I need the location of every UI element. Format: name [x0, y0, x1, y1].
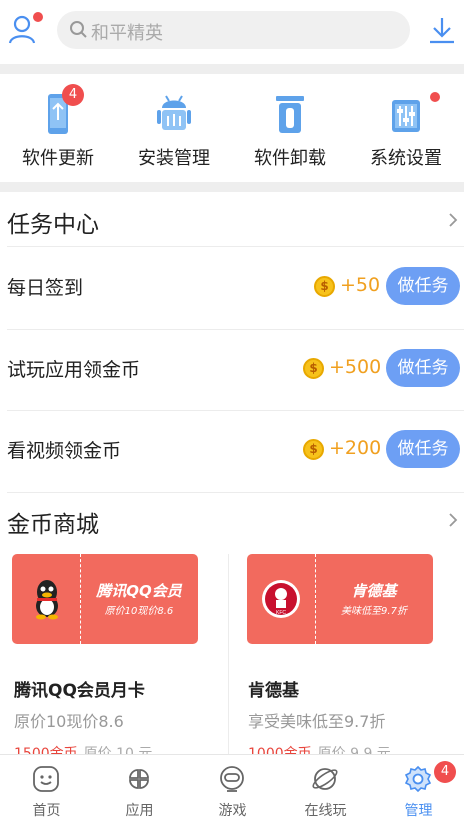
product-desc: 原价10现价8.6: [14, 712, 124, 731]
task-center-title[interactable]: 任务中心: [7, 205, 99, 239]
ticket-logo-area: [12, 554, 80, 644]
coin-icon: [303, 439, 324, 460]
manage-badge: 4: [434, 761, 456, 783]
tool-software-update[interactable]: 4 软件更新: [0, 74, 116, 182]
ticket-subtitle: 美味低至9.7折: [341, 606, 407, 617]
task-reward: +50: [340, 274, 381, 296]
task-row: 试玩应用领金币 +500 做任务: [0, 329, 464, 411]
home-face-icon: [33, 766, 59, 792]
task-reward: +500: [329, 356, 382, 378]
apps-icon: [129, 769, 149, 789]
nav-label: 首页: [32, 803, 61, 819]
divider: [228, 554, 229, 754]
divider: [0, 64, 464, 74]
ticket-divider: [80, 554, 81, 644]
search-input[interactable]: 和平精英: [57, 11, 410, 49]
do-task-button[interactable]: 做任务: [386, 430, 460, 468]
task-label: 看视频领金币: [7, 440, 122, 462]
game-icon: [220, 766, 244, 792]
nav-label: 游戏: [218, 803, 247, 819]
chevron-right-icon[interactable]: [448, 512, 458, 528]
nav-item-apps[interactable]: 应用: [93, 755, 186, 819]
product-name[interactable]: 肯德基: [248, 676, 299, 701]
coin-icon: [314, 276, 335, 297]
app-page: 和平精英 4 软件更新 安装管理 软件卸载 系统设置 任务中心 每日签到 $ +…: [0, 0, 464, 819]
mall-title[interactable]: 金币商城: [7, 505, 99, 539]
product-card-kfc[interactable]: KFC 肯德基 美味低至9.7折: [247, 554, 433, 644]
product-name[interactable]: 腾讯QQ会员月卡: [14, 676, 145, 701]
settings-sliders-icon: [392, 100, 420, 132]
coin-icon: [303, 358, 324, 379]
download-icon[interactable]: [428, 15, 456, 45]
product-desc: 享受美味低至9.7折: [248, 712, 386, 731]
divider: [0, 182, 464, 192]
chevron-right-icon[interactable]: [448, 212, 458, 228]
task-label: 试玩应用领金币: [7, 359, 141, 381]
nav-label: 应用: [125, 803, 154, 819]
tool-label: 软件更新: [22, 148, 94, 169]
kfc-logo-icon: KFC: [262, 580, 300, 618]
tool-uninstall[interactable]: 软件卸载: [232, 74, 348, 182]
search-placeholder: 和平精英: [91, 23, 163, 44]
task-row: 每日签到 +50 做任务: [0, 247, 464, 329]
nav-label: 管理: [404, 803, 433, 819]
settings-dot: [430, 92, 440, 102]
nav-item-games[interactable]: 游戏: [186, 755, 279, 819]
qq-penguin-icon: [36, 580, 58, 620]
ticket-title: 肯德基: [351, 582, 397, 600]
tool-label: 安装管理: [138, 148, 210, 169]
task-row: 看视频领金币 +200 做任务: [0, 410, 464, 492]
do-task-button[interactable]: 做任务: [386, 349, 460, 387]
tool-system-settings[interactable]: 系统设置: [348, 74, 464, 182]
manage-gear-icon: [404, 765, 432, 793]
notification-dot: [33, 12, 43, 22]
trash-icon: [276, 96, 304, 133]
product-card-qq[interactable]: 腾讯QQ会员 原价10现价8.6: [12, 554, 198, 644]
ticket-text-area: 肯德基 美味低至9.7折: [315, 554, 433, 644]
bottom-nav: 首页 应用 游戏 在线玩 4 管理: [0, 754, 464, 819]
android-icon: [157, 95, 191, 130]
planet-icon: [312, 768, 338, 790]
nav-item-home[interactable]: 首页: [0, 755, 93, 819]
task-reward: +200: [329, 437, 382, 459]
update-badge: 4: [62, 84, 84, 106]
nav-label: 在线玩: [304, 803, 347, 819]
tool-grid: 4 软件更新 安装管理 软件卸载 系统设置: [0, 74, 464, 182]
nav-item-online[interactable]: 在线玩: [279, 755, 372, 819]
divider: [7, 492, 464, 493]
tool-install-manage[interactable]: 安装管理: [116, 74, 232, 182]
ticket-subtitle: 原价10现价8.6: [104, 606, 174, 617]
search-icon: [70, 21, 87, 38]
do-task-button[interactable]: 做任务: [386, 267, 460, 305]
tool-label: 系统设置: [370, 148, 442, 169]
tool-label: 软件卸载: [254, 148, 326, 169]
ticket-text-area: 腾讯QQ会员 原价10现价8.6: [80, 554, 198, 644]
task-label: 每日签到: [7, 277, 84, 299]
ticket-title: 腾讯QQ会员: [96, 582, 182, 600]
ticket-logo-area: KFC: [247, 554, 315, 644]
nav-item-manage[interactable]: 4 管理: [372, 755, 464, 819]
ticket-divider: [315, 554, 316, 644]
svg-text:KFC: KFC: [276, 610, 286, 616]
top-bar: 和平精英: [0, 0, 464, 62]
